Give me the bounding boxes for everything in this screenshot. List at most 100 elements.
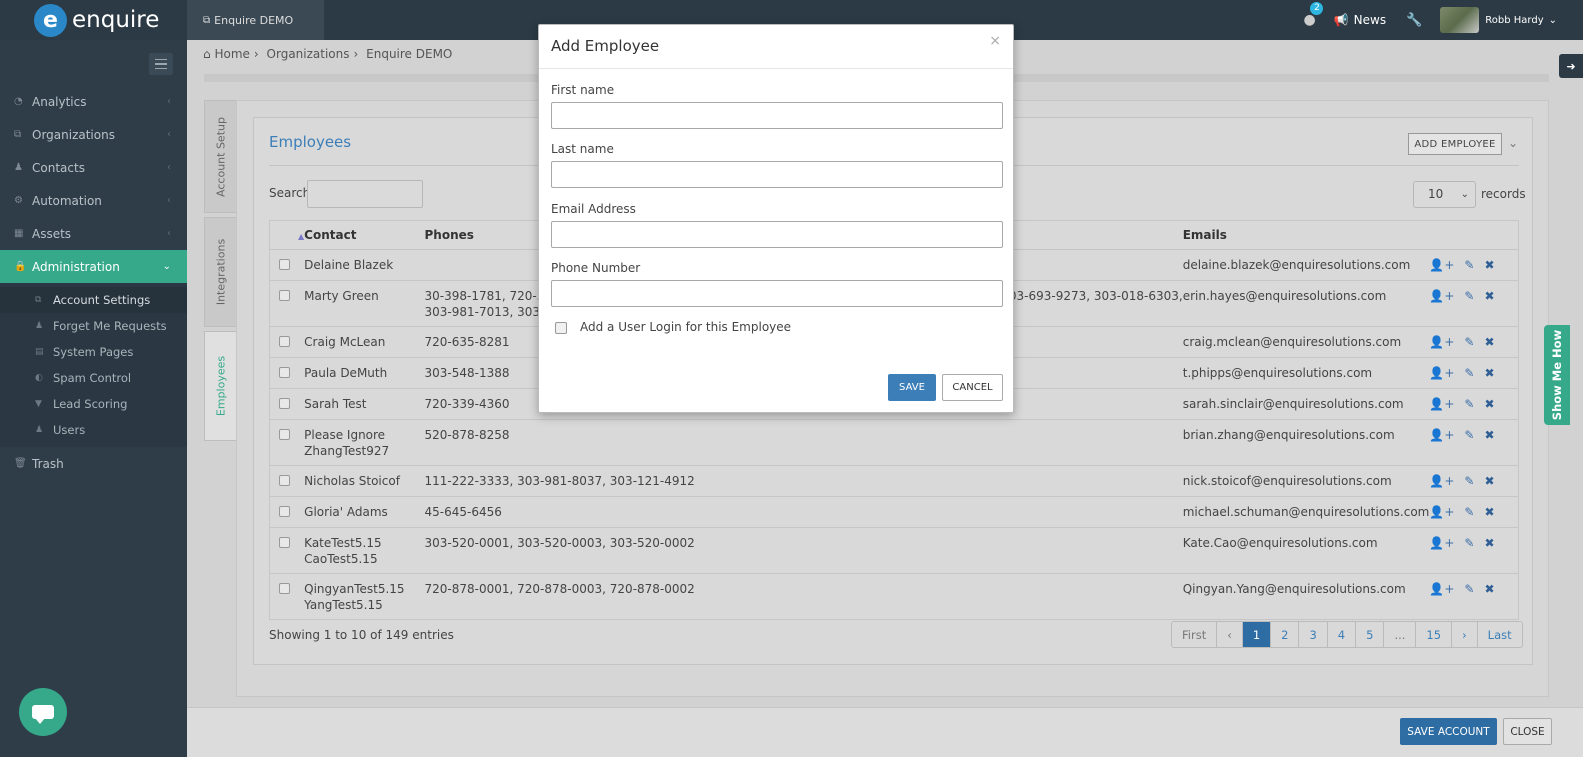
modal-save-button[interactable]: SAVE [888,374,936,401]
row-checkbox[interactable] [279,367,290,378]
edit-icon[interactable]: ✎ [1464,366,1474,380]
sidebar-item-analytics[interactable]: ◔ Analytics ‹ [0,85,187,118]
page-prev[interactable]: ‹ [1217,622,1243,647]
modal-cancel-button[interactable]: CANCEL [942,374,1003,401]
search-input[interactable] [307,180,423,208]
tab-integrations[interactable]: Integrations [204,217,237,327]
edit-icon[interactable]: ✎ [1464,474,1474,488]
menu-toggle-button[interactable] [149,53,173,75]
delete-icon[interactable]: ✖ [1484,582,1494,596]
edit-icon[interactable]: ✎ [1464,505,1474,519]
show-me-how-button[interactable]: Show Me How [1544,325,1570,425]
edit-icon[interactable]: ✎ [1464,289,1474,303]
row-checkbox[interactable] [279,259,290,270]
tab-employees[interactable]: Employees [204,331,237,441]
page-2[interactable]: 2 [1271,622,1300,647]
pagination: First ‹ 1 2 3 4 5 ... 15 › Last [1171,621,1523,648]
delete-icon[interactable]: ✖ [1484,536,1494,550]
add-user-icon[interactable]: 👤+ [1429,582,1454,596]
wrench-icon[interactable]: 🔧 [1406,13,1422,28]
row-checkbox[interactable] [279,506,290,517]
user-menu[interactable]: Robb Hardy ⌄ [1440,7,1557,33]
chat-button[interactable] [19,688,67,736]
chevron-left-icon: ‹ [167,96,171,107]
edit-icon[interactable]: ✎ [1464,335,1474,349]
subnav-system-pages[interactable]: ▤ System Pages [0,339,187,365]
delete-icon[interactable]: ✖ [1484,258,1494,272]
page-next[interactable]: › [1452,622,1478,647]
delete-icon[interactable]: ✖ [1484,505,1494,519]
add-employee-button[interactable]: ADD EMPLOYEE [1408,133,1502,155]
edit-icon[interactable]: ✎ [1464,582,1474,596]
sidebar-item-assets[interactable]: ▦ Assets ‹ [0,217,187,250]
page-15[interactable]: 15 [1416,622,1453,647]
email-input[interactable] [551,221,1003,248]
logo[interactable]: e enquire [0,0,187,40]
column-contact[interactable]: Contact [304,220,425,250]
sidebar-item-contacts[interactable]: ♟ Contacts ‹ [0,151,187,184]
breadcrumb-home[interactable]: Home [214,47,249,61]
delete-icon[interactable]: ✖ [1484,366,1494,380]
page-first[interactable]: First [1172,622,1218,647]
column-emails[interactable]: Emails [1182,220,1430,250]
records-select[interactable]: 10 ⌄ [1413,181,1476,208]
add-user-icon[interactable]: 👤+ [1429,397,1454,411]
add-user-icon[interactable]: 👤+ [1429,474,1454,488]
chevron-down-icon[interactable]: ⌄ [1508,136,1518,150]
first-name-input[interactable] [551,102,1003,129]
delete-icon[interactable]: ✖ [1484,289,1494,303]
page-last[interactable]: Last [1477,622,1522,647]
add-user-icon[interactable]: 👤+ [1429,536,1454,550]
subnav-users[interactable]: ♟ Users [0,417,187,443]
news-button[interactable]: 📢 News [1334,13,1386,27]
add-user-icon[interactable]: 👤+ [1429,289,1454,303]
add-user-icon[interactable]: 👤+ [1429,335,1454,349]
row-checkbox[interactable] [279,398,290,409]
delete-icon[interactable]: ✖ [1484,474,1494,488]
chevron-left-icon: ‹ [167,129,171,140]
sidebar-item-organizations[interactable]: ⧉ Organizations ‹ [0,118,187,151]
edit-icon[interactable]: ✎ [1464,397,1474,411]
tab-account-setup[interactable]: Account Setup [204,100,237,213]
row-checkbox[interactable] [279,429,290,440]
row-checkbox[interactable] [279,290,290,301]
close-button[interactable]: CLOSE [1503,718,1552,745]
save-account-button[interactable]: SAVE ACCOUNT [1400,718,1497,745]
delete-icon[interactable]: ✖ [1484,335,1494,349]
subnav-forget-me[interactable]: ♟ Forget Me Requests [0,313,187,339]
delete-icon[interactable]: ✖ [1484,428,1494,442]
row-checkbox[interactable] [279,336,290,347]
page-4[interactable]: 4 [1327,622,1357,647]
edit-icon[interactable]: ✎ [1464,428,1474,442]
row-checkbox[interactable] [279,475,290,486]
subnav-spam-control[interactable]: ◐ Spam Control [0,365,187,391]
add-user-icon[interactable]: 👤+ [1429,366,1454,380]
user-login-checkbox[interactable] [555,322,567,334]
subnav-lead-scoring[interactable]: ▼ Lead Scoring [0,391,187,417]
edit-icon[interactable]: ✎ [1464,258,1474,272]
page-5[interactable]: 5 [1356,622,1385,647]
close-icon[interactable]: × [989,33,1001,49]
delete-icon[interactable]: ✖ [1484,397,1494,411]
add-user-icon[interactable]: 👤+ [1429,428,1454,442]
user-icon: ♟ [35,321,44,331]
collapse-arrow-icon[interactable]: ➜ [1559,54,1583,78]
row-checkbox[interactable] [279,583,290,594]
breadcrumb-organizations[interactable]: Organizations [267,47,350,61]
subnav-account-settings[interactable]: ⧉ Account Settings [0,287,187,313]
sidebar-item-trash[interactable]: 🗑 Trash [0,447,187,480]
row-checkbox[interactable] [279,537,290,548]
notifications-button[interactable]: ● 2 [1303,2,1324,28]
phone-input[interactable] [551,280,1003,307]
sidebar-item-administration[interactable]: 🔒 Administration ⌄ [0,250,187,283]
sidebar-item-automation[interactable]: ⚙ Automation ‹ [0,184,187,217]
edit-icon[interactable]: ✎ [1464,536,1474,550]
last-name-input[interactable] [551,161,1003,188]
add-user-icon[interactable]: 👤+ [1429,505,1454,519]
add-user-icon[interactable]: 👤+ [1429,258,1454,272]
page-1[interactable]: 1 [1242,622,1272,647]
phones-cell: 45-645-6456 [424,496,1183,528]
contact-name: Delaine Blazek [304,249,425,281]
org-tab[interactable]: ⧉ Enquire DEMO [187,0,324,40]
page-3[interactable]: 3 [1299,622,1328,647]
